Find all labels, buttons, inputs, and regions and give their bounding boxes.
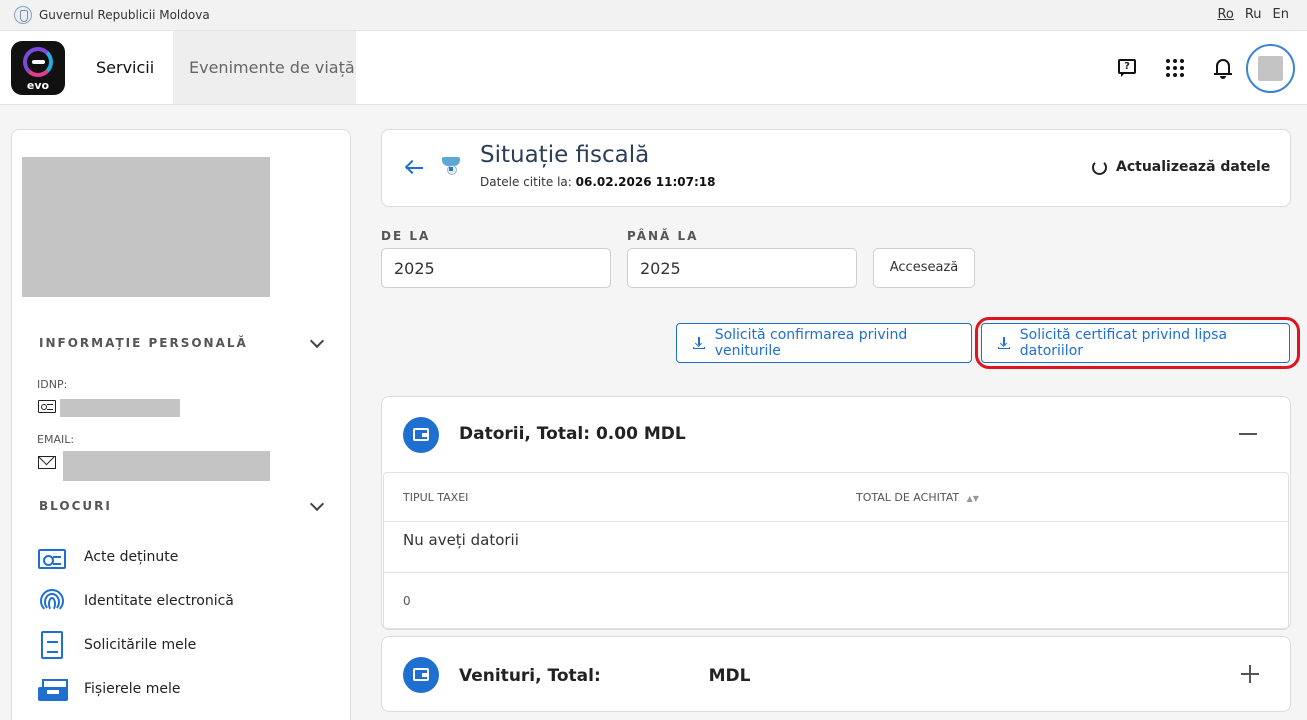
evo-logo-icon <box>23 47 53 77</box>
idnp-label: IDNP: <box>37 378 68 391</box>
feedback-icon[interactable]: ? <box>1116 57 1138 79</box>
debts-title: Datorii, Total: 0.00 MDL <box>459 424 686 444</box>
id-card-icon <box>38 400 56 413</box>
debts-table: TIPUL TAXEI TOTAL DE ACHITAT ▲▼ Nu aveți… <box>383 472 1289 629</box>
wallet-icon <box>403 657 439 693</box>
col-total-to-pay[interactable]: TOTAL DE ACHITAT ▲▼ <box>856 491 979 504</box>
from-label: DE LA <box>381 229 431 243</box>
gov-name: Guvernul Republicii Moldova <box>39 8 210 22</box>
collapse-minus-icon[interactable] <box>1239 433 1257 435</box>
logo-text: evo <box>26 79 50 92</box>
red-highlight-annotation <box>975 317 1300 369</box>
sidebar-item-fisiere[interactable]: Fișierele mele <box>38 675 181 703</box>
mail-icon <box>38 456 56 469</box>
sort-icon: ▲▼ <box>966 493 979 503</box>
fiscal-service-icon <box>440 154 464 178</box>
inbox-tray-icon <box>38 675 68 703</box>
language-switcher: Ro Ru En <box>1217 7 1289 22</box>
sidebar-item-label: Acte deținute <box>84 549 179 565</box>
debts-panel: Datorii, Total: 0.00 MDL TIPUL TAXEI TOT… <box>381 396 1291 630</box>
fingerprint-icon <box>38 587 66 615</box>
sidebar-item-acte[interactable]: Acte deținute <box>38 543 178 571</box>
personal-info-title[interactable]: INFORMAȚIE PERSONALĂ <box>39 336 248 350</box>
read-value: 06.02.2026 11:07:18 <box>575 175 716 189</box>
data-read-timestamp: Datele citite la: 06.02.2026 11:07:18 <box>480 175 715 189</box>
request-income-confirmation-button[interactable]: Solicită confirmarea privind veniturile <box>676 323 972 363</box>
email-value-redacted <box>63 451 270 481</box>
download-icon <box>693 337 705 349</box>
sidebar-item-label: Identitate electronică <box>84 593 234 609</box>
page-title: Situație fiscală <box>480 142 650 168</box>
refresh-data-button[interactable]: Actualizează datele <box>1092 159 1270 175</box>
apps-grid-icon[interactable] <box>1164 57 1186 79</box>
gov-topbar: Guvernul Republicii Moldova Ro Ru En <box>0 0 1307 31</box>
user-avatar[interactable] <box>1246 44 1295 93</box>
income-title-prefix: Venituri, Total: <box>459 666 601 686</box>
income-amount-redacted <box>606 664 703 688</box>
income-title: Venituri, Total: MDL <box>459 664 750 688</box>
sidebar-item-solicitari[interactable]: Solicitările mele <box>38 631 196 659</box>
refresh-label: Actualizează datele <box>1116 159 1271 175</box>
access-button[interactable]: Accesează <box>873 248 975 288</box>
sidebar-item-identitate[interactable]: Identitate electronică <box>38 587 234 615</box>
document-icon <box>38 631 66 659</box>
sidebar-item-label: Solicitările mele <box>84 637 197 653</box>
gov-brand[interactable]: Guvernul Republicii Moldova <box>14 6 210 24</box>
coat-of-arms-icon <box>14 6 32 24</box>
income-title-suffix: MDL <box>708 666 751 686</box>
avatar-placeholder <box>1258 56 1283 81</box>
blocks-title[interactable]: BLOCURI <box>39 499 112 513</box>
feedback-glyph: ? <box>1118 59 1136 74</box>
id-card-icon <box>38 543 66 571</box>
button-label: Solicită confirmarea privind veniturile <box>714 327 908 359</box>
lang-ro[interactable]: Ro <box>1217 7 1233 22</box>
no-debts-message: Nu aveți datorii <box>403 531 519 549</box>
back-arrow-icon[interactable] <box>404 159 424 177</box>
expand-plus-icon[interactable] <box>1241 665 1259 683</box>
evo-logo[interactable]: evo <box>11 41 65 95</box>
main-header: evo Servicii Evenimente de viață ? <box>0 31 1307 105</box>
to-year-input[interactable] <box>627 248 857 288</box>
income-panel[interactable]: Venituri, Total: MDL <box>381 636 1291 712</box>
from-year-input[interactable] <box>381 248 611 288</box>
chevron-down-icon[interactable] <box>309 333 325 349</box>
nav-evenimente[interactable]: Evenimente de viață <box>173 31 356 104</box>
col-total-label: TOTAL DE ACHITAT <box>856 491 960 504</box>
chevron-down-icon[interactable] <box>309 496 325 512</box>
lang-en[interactable]: En <box>1273 7 1289 22</box>
lang-ru[interactable]: Ru <box>1245 7 1262 22</box>
read-prefix: Datele citite la: <box>480 175 572 189</box>
notifications-bell-icon[interactable] <box>1212 57 1234 79</box>
page-header-card: Situație fiscală Datele citite la: 06.02… <box>381 129 1291 207</box>
email-label: EMAIL: <box>37 433 75 446</box>
to-label: PÂNĂ LA <box>627 229 699 243</box>
nav-servicii[interactable]: Servicii <box>96 58 154 77</box>
table-footer-total: 0 <box>403 594 411 608</box>
profile-photo-redacted <box>22 157 270 297</box>
wallet-icon <box>403 417 439 453</box>
refresh-icon <box>1092 159 1107 175</box>
profile-sidebar: INFORMAȚIE PERSONALĂ IDNP: EMAIL: BLOCUR… <box>11 129 351 720</box>
col-tax-type: TIPUL TAXEI <box>403 491 469 504</box>
sidebar-item-label: Fișierele mele <box>84 681 181 697</box>
idnp-value-redacted <box>60 399 180 417</box>
